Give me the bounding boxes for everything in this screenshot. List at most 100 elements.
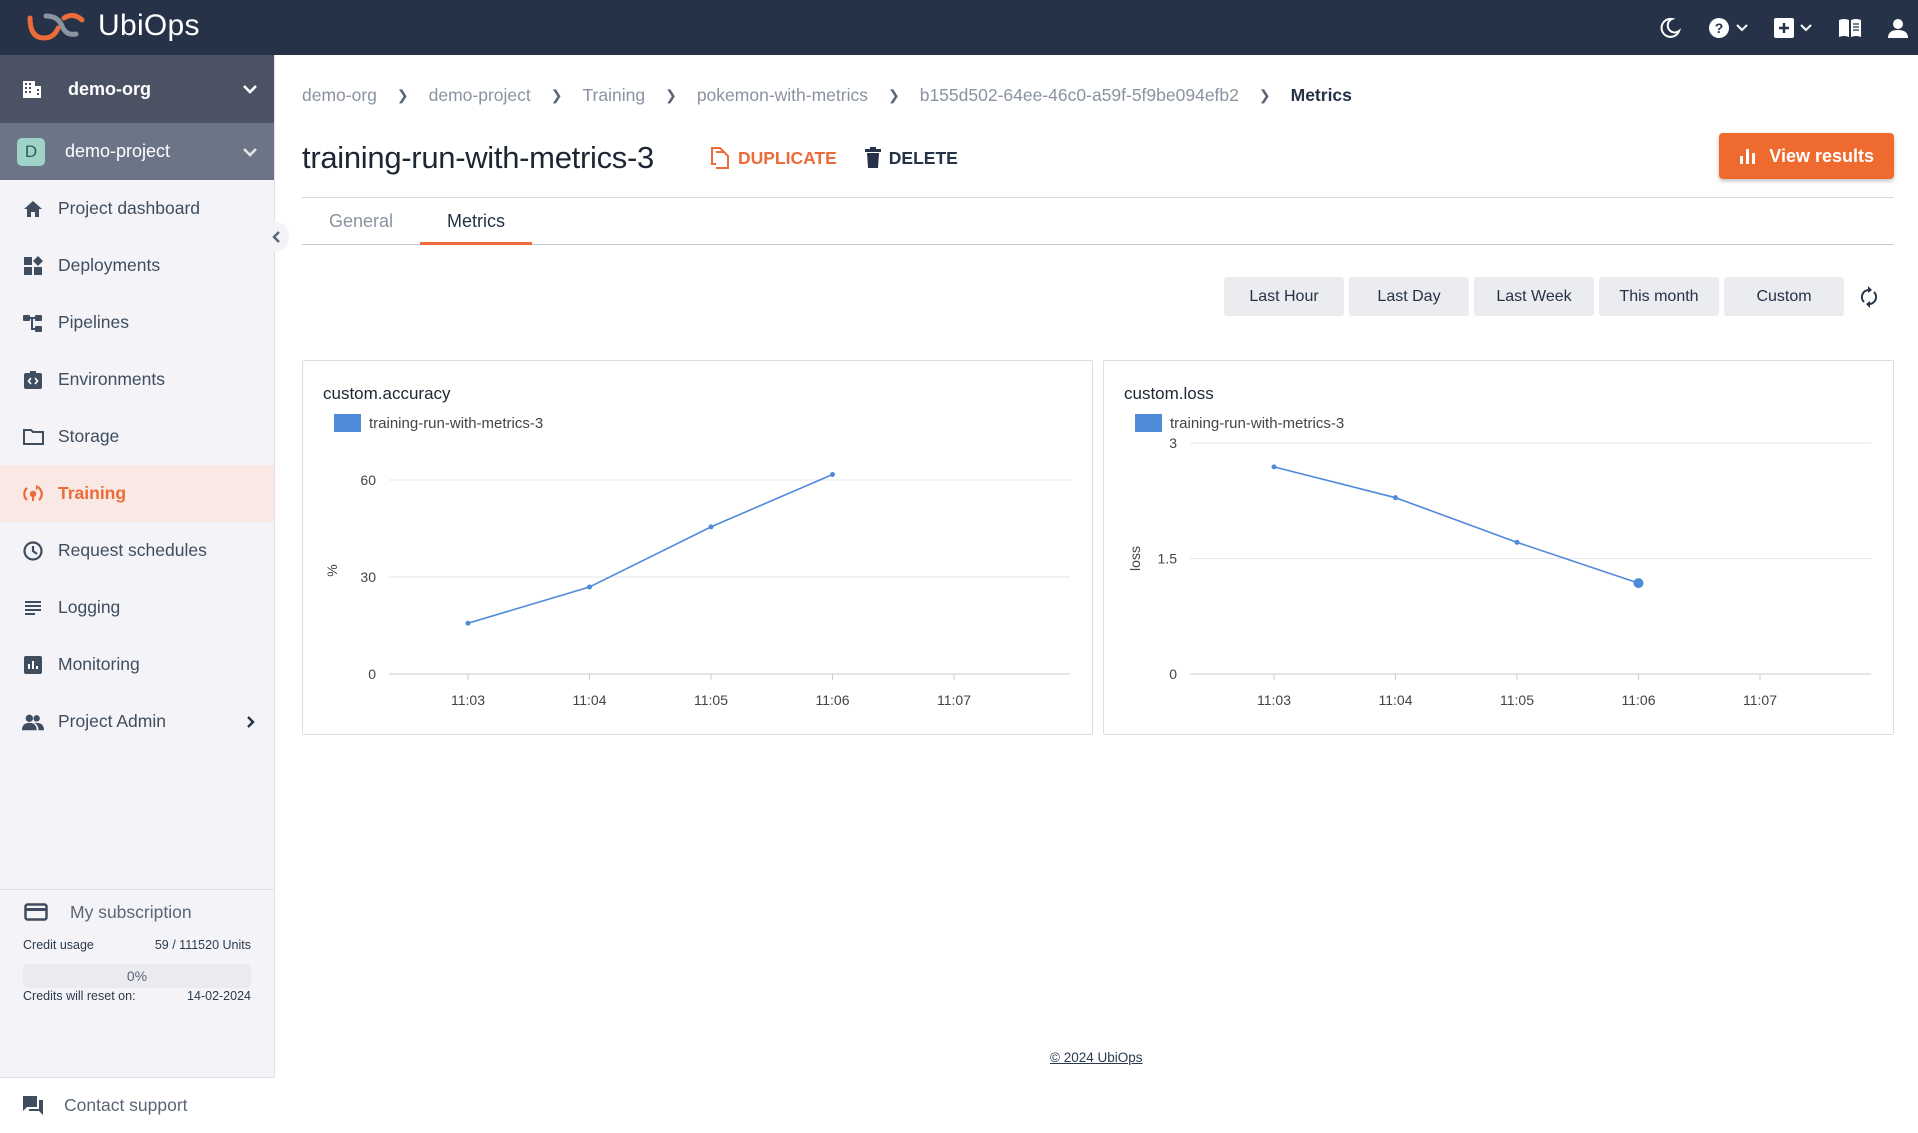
trash-icon <box>864 147 881 169</box>
x-tick-label: 11:04 <box>1379 692 1413 708</box>
sidebar-item-monitoring[interactable]: Monitoring <box>0 636 274 693</box>
x-tick-label: 11:07 <box>1743 692 1777 708</box>
copy-icon <box>710 146 730 170</box>
sidebar-item-request-schedules[interactable]: Request schedules <box>0 522 274 579</box>
add-icon <box>1774 17 1794 38</box>
chevron-right-icon: ❯ <box>1258 87 1271 103</box>
credit-reset-date: 14-02-2024 <box>187 989 251 1003</box>
data-point <box>1271 464 1277 470</box>
sidebar-item-logging[interactable]: Logging <box>0 579 274 636</box>
collapse-sidebar-button[interactable] <box>263 222 289 252</box>
series-line <box>467 473 833 625</box>
chevron-down-icon <box>1736 23 1748 31</box>
loss-chart-card: custom.loss training-run-with-metrics-3 … <box>1103 360 1894 735</box>
data-point <box>1514 539 1520 545</box>
contact-support-link[interactable]: Contact support <box>0 1077 274 1133</box>
tab-bar: General Metrics <box>302 198 1894 245</box>
delete-button[interactable]: DELETE <box>864 147 958 169</box>
chevron-down-icon <box>1800 23 1812 31</box>
my-subscription-link[interactable]: My subscription <box>23 890 251 934</box>
y-axis-label: % <box>324 564 340 576</box>
sidebar: demo-org D demo-project Project dashboar… <box>0 55 275 1115</box>
project-name: demo-project <box>65 141 171 161</box>
duplicate-button[interactable]: DUPLICATE <box>710 146 837 170</box>
breadcrumb-experiment[interactable]: pokemon-with-metrics <box>697 85 868 106</box>
accuracy-chart-card: custom.accuracy training-run-with-metric… <box>302 360 1093 735</box>
org-selector[interactable]: demo-org <box>0 55 274 123</box>
y-axis-label: loss <box>1127 546 1143 571</box>
credit-progress-bar: 0% <box>23 964 251 988</box>
refresh-button[interactable] <box>1844 277 1894 316</box>
help-menu[interactable]: ? <box>1708 17 1748 39</box>
ubiops-logo[interactable]: UbiOps <box>26 8 200 44</box>
y-tick-label: 60 <box>360 472 376 488</box>
breadcrumb: demo-org ❯ demo-project ❯ Training ❯ pok… <box>302 85 1352 106</box>
range-last-week-button[interactable]: Last Week <box>1474 277 1594 316</box>
y-tick-label: 30 <box>360 569 376 585</box>
project-avatar: D <box>17 137 45 166</box>
range-custom-button[interactable]: Custom <box>1724 277 1844 316</box>
sidebar-item-label: Monitoring <box>58 654 140 674</box>
tab-general[interactable]: General <box>302 198 420 244</box>
sidebar-item-storage[interactable]: Storage <box>0 408 274 465</box>
x-tick-label: 11:03 <box>451 692 485 708</box>
range-this-month-button[interactable]: This month <box>1599 277 1719 316</box>
credit-reset-label: Credits will reset on: <box>23 989 136 1003</box>
range-last-day-button[interactable]: Last Day <box>1349 277 1469 316</box>
chevron-right-icon <box>247 715 255 728</box>
delete-label: DELETE <box>888 147 958 168</box>
project-selector[interactable]: D demo-project <box>0 123 274 180</box>
user-icon[interactable] <box>1888 18 1908 38</box>
y-tick-label: 0 <box>368 666 376 682</box>
x-tick-label: 11:04 <box>573 692 607 708</box>
credit-card-icon <box>24 903 48 921</box>
sidebar-item-pipelines[interactable]: Pipelines <box>0 294 274 351</box>
breadcrumb-project[interactable]: demo-project <box>429 85 531 106</box>
x-tick-label: 11:03 <box>1257 692 1291 708</box>
contact-support-label: Contact support <box>64 1095 188 1115</box>
tab-metrics[interactable]: Metrics <box>420 198 533 245</box>
my-subscription-label: My subscription <box>70 901 192 922</box>
sidebar-item-label: Environments <box>58 369 165 389</box>
x-tick-label: 11:05 <box>694 692 728 708</box>
chevron-right-icon: ❯ <box>887 87 900 103</box>
docs-icon[interactable] <box>1838 18 1862 38</box>
breadcrumb-run-id[interactable]: b155d502-64ee-46c0-a59f-5f9be094efb2 <box>920 85 1239 106</box>
range-last-hour-button[interactable]: Last Hour <box>1224 277 1344 316</box>
data-point <box>708 524 714 530</box>
sidebar-item-label: Project dashboard <box>58 198 201 218</box>
monitoring-icon <box>22 654 44 676</box>
sidebar-item-label: Storage <box>58 426 120 446</box>
environments-icon <box>22 369 44 391</box>
data-point <box>1633 578 1644 589</box>
app-name: UbiOps <box>98 9 200 42</box>
sidebar-item-label: Training <box>58 483 127 503</box>
sidebar-item-environments[interactable]: Environments <box>0 351 274 408</box>
sidebar-item-label: Request schedules <box>58 540 207 560</box>
chevron-left-icon <box>272 231 280 243</box>
sidebar-item-label: Pipelines <box>58 312 130 332</box>
add-menu[interactable] <box>1774 17 1812 38</box>
y-tick-label: 3 <box>1169 435 1177 451</box>
footer-copyright-link[interactable]: © 2024 UbiOps <box>1050 1050 1143 1065</box>
x-tick-label: 11:06 <box>1622 692 1656 708</box>
chevron-right-icon: ❯ <box>550 87 563 103</box>
moon-icon[interactable] <box>1658 16 1682 40</box>
deployments-icon <box>22 255 44 277</box>
breadcrumb-training[interactable]: Training <box>583 85 646 106</box>
series-line <box>1273 466 1639 584</box>
accuracy-chart: 0 30 60% 11:03 11:04 11:05 11:06 11:07 <box>324 472 1070 708</box>
sidebar-item-project-admin[interactable]: Project Admin <box>0 693 274 750</box>
help-icon: ? <box>1709 17 1729 38</box>
view-results-label: View results <box>1769 145 1874 166</box>
clock-icon <box>22 540 44 562</box>
logo-icon <box>27 12 85 41</box>
breadcrumb-org[interactable]: demo-org <box>302 85 377 106</box>
sidebar-item-training[interactable]: Training <box>0 465 274 522</box>
chat-icon <box>23 1095 43 1115</box>
sidebar-item-deployments[interactable]: Deployments <box>0 237 274 294</box>
breadcrumb-current: Metrics <box>1290 85 1352 105</box>
view-results-button[interactable]: View results <box>1719 133 1894 179</box>
sidebar-item-project-dashboard[interactable]: Project dashboard <box>0 180 274 237</box>
subscription-panel: My subscription Credit usage 59 / 111520… <box>0 889 274 1015</box>
